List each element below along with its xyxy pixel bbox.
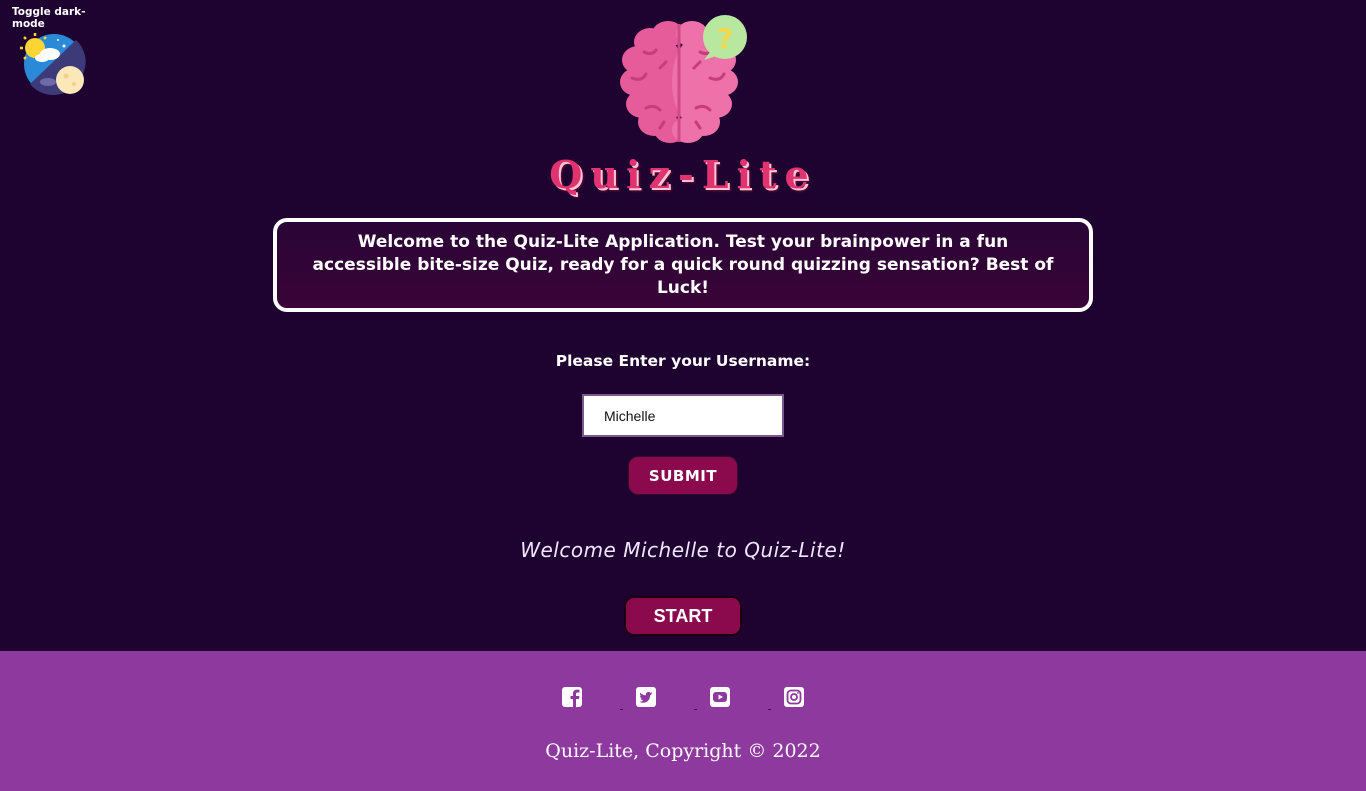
twitter-link[interactable] [635,686,697,710]
social-links [0,686,1366,710]
submit-button[interactable]: SUBMIT [628,456,738,495]
facebook-icon [562,687,582,707]
instagram-icon [784,687,804,707]
welcome-text: Welcome to the Quiz-Lite Application. Te… [312,231,1054,298]
brain-question-icon: ? [620,15,747,143]
app-title: Quiz-Lite [549,152,817,197]
logo: ? [610,12,756,148]
username-label: Please Enter your Username: [555,352,811,370]
dark-mode-toggle: Toggle dark-mode [8,6,108,98]
facebook-link[interactable] [561,686,623,710]
day-night-icon [20,33,86,96]
svg-text:?: ? [717,22,733,55]
welcome-box: Welcome to the Quiz-Lite Application. Te… [273,218,1093,312]
copyright-text: Quiz-Lite, Copyright © 2022 [545,740,821,762]
youtube-link[interactable] [709,686,771,710]
youtube-icon [710,687,730,707]
twitter-icon [636,687,656,707]
start-button[interactable]: START [624,596,742,636]
instagram-link[interactable] [783,686,805,708]
footer: Quiz-Lite, Copyright © 2022 [0,651,1366,791]
dark-mode-toggle-label: Toggle dark-mode [12,6,86,30]
username-input[interactable] [582,394,784,437]
dark-mode-toggle-button[interactable] [20,32,90,98]
greeting-text: Welcome Michelle to Quiz-Lite! [520,538,846,562]
